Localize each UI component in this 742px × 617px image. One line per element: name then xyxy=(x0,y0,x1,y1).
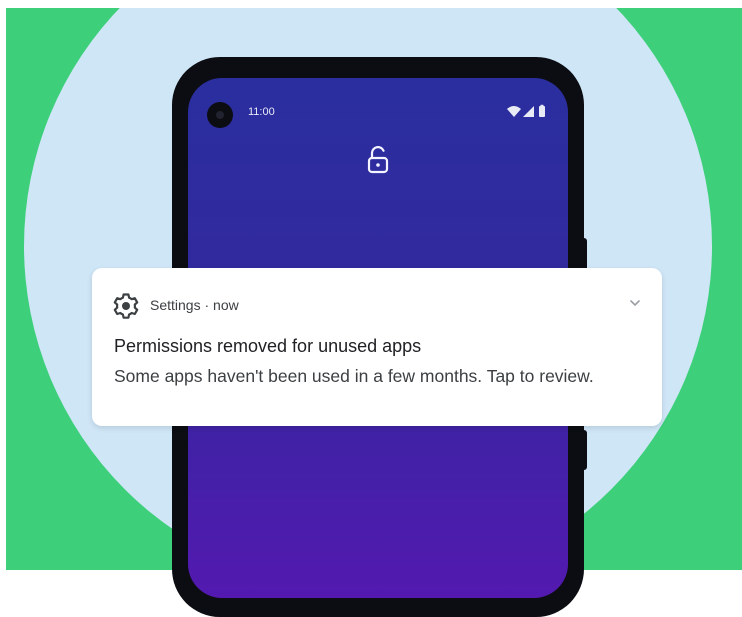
unlocked-padlock-icon xyxy=(367,146,389,174)
phone-side-button-lower xyxy=(581,430,587,470)
gear-icon xyxy=(113,293,139,319)
notification-app-name: Settings xyxy=(150,297,201,313)
notification-header: Settings · now xyxy=(150,297,239,313)
status-time: 11:00 xyxy=(248,106,275,118)
camera-lens xyxy=(216,111,224,119)
notification-body: Some apps haven't been used in a few mon… xyxy=(114,366,594,386)
notification-separator: · xyxy=(200,297,214,313)
top-border xyxy=(0,0,742,8)
notification-timestamp: now xyxy=(213,297,239,313)
battery-icon xyxy=(539,104,545,117)
left-border xyxy=(0,0,6,576)
chevron-down-icon[interactable] xyxy=(628,298,642,308)
notification-title: Permissions removed for unused apps xyxy=(114,336,422,356)
front-camera-icon xyxy=(207,102,233,128)
wifi-icon xyxy=(507,106,521,117)
status-icons xyxy=(507,104,545,117)
notification-card[interactable]: Settings · now Permissions removed for u… xyxy=(92,268,662,426)
cellular-signal-icon xyxy=(523,106,534,117)
